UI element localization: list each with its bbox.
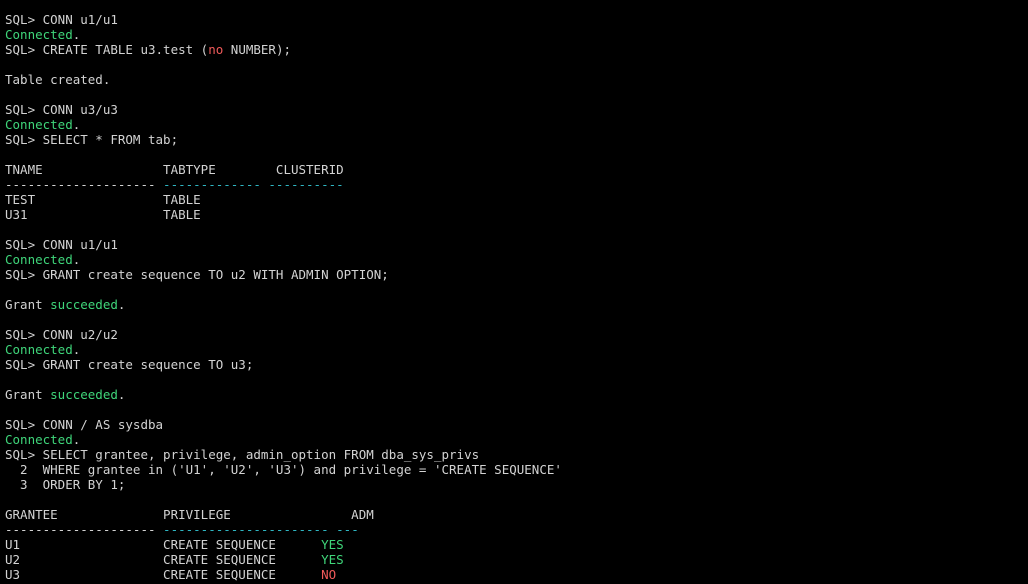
terminal-text-segment: Table created. — [5, 72, 111, 87]
terminal-text-segment: GRANTEE PRIVILEGE ADM — [5, 507, 374, 522]
terminal-line: TEST TABLE — [5, 192, 1023, 207]
terminal-line: U1 CREATE SEQUENCE YES — [5, 537, 1023, 552]
terminal-text-segment: Connected — [5, 342, 73, 357]
terminal-line: SQL> CONN u2/u2 — [5, 327, 1023, 342]
terminal-line: 2 WHERE grantee in ('U1', 'U2', 'U3') an… — [5, 462, 1023, 477]
terminal-line: 3 ORDER BY 1; — [5, 477, 1023, 492]
terminal-line: Grant succeeded. — [5, 297, 1023, 312]
terminal-line: TNAME TABTYPE CLUSTERID — [5, 162, 1023, 177]
terminal-text-segment: SQL> CREATE TABLE u3.test ( — [5, 42, 209, 57]
terminal-text-segment: . — [72, 27, 81, 42]
terminal-text-segment: SQL> CONN u1/u1 — [5, 12, 118, 27]
terminal-text-segment: Connected — [5, 117, 73, 132]
terminal-line: GRANTEE PRIVILEGE ADM — [5, 507, 1023, 522]
terminal-line: SQL> CONN u1/u1 — [5, 12, 1023, 27]
terminal-line: Connected. — [5, 342, 1023, 357]
terminal-text-segment: YES — [321, 552, 344, 567]
terminal-text-segment: 2 WHERE grantee in ('U1', 'U2', 'U3') an… — [5, 462, 562, 477]
terminal-text-segment: Connected — [5, 27, 73, 42]
terminal-text-segment: SQL> CONN / AS sysdba — [5, 417, 164, 432]
terminal-text-segment: U3 CREATE SEQUENCE — [5, 567, 322, 582]
terminal-text-segment: SQL> SELECT * FROM tab; — [5, 132, 179, 147]
terminal-line: SQL> GRANT create sequence TO u3; — [5, 357, 1023, 372]
terminal-line: Grant succeeded. — [5, 387, 1023, 402]
terminal-text-segment: U1 CREATE SEQUENCE — [5, 537, 322, 552]
terminal-text-segment: . — [72, 252, 81, 267]
terminal-line: -------------------- -------------------… — [5, 522, 1023, 537]
terminal-text-segment: ---------------------- --- — [163, 522, 359, 537]
terminal-text-segment: . — [117, 387, 126, 402]
terminal-text-segment: Connected — [5, 252, 73, 267]
terminal-text-segment: SQL> CONN u3/u3 — [5, 102, 118, 117]
terminal-text-segment: 3 ORDER BY 1; — [5, 477, 126, 492]
terminal-line: SQL> SELECT * FROM tab; — [5, 132, 1023, 147]
terminal-text-segment: SQL> GRANT create sequence TO u2 WITH AD… — [5, 267, 389, 282]
terminal-line: SQL> CREATE TABLE u3.test (no NUMBER); — [5, 42, 1023, 57]
terminal-line: U2 CREATE SEQUENCE YES — [5, 552, 1023, 567]
terminal-line: SQL> CONN / AS sysdba — [5, 417, 1023, 432]
terminal-line: SQL> CONN u1/u1 — [5, 237, 1023, 252]
terminal-line: SQL> CONN u3/u3 — [5, 102, 1023, 117]
terminal-line: Connected. — [5, 27, 1023, 42]
terminal-line: U3 CREATE SEQUENCE NO — [5, 567, 1023, 582]
terminal-text-segment: YES — [321, 537, 344, 552]
terminal-line: -------------------- ------------- -----… — [5, 177, 1023, 192]
terminal-line: Table created. — [5, 72, 1023, 87]
terminal-text-segment: Connected — [5, 432, 73, 447]
terminal-text-segment: -------------------- — [5, 177, 164, 192]
terminal-text-segment: SQL> SELECT grantee, privilege, admin_op… — [5, 447, 480, 462]
terminal-text-segment: succeeded — [50, 297, 118, 312]
terminal-text-segment: SQL> CONN u2/u2 — [5, 327, 118, 342]
terminal-line: SQL> GRANT create sequence TO u2 WITH AD… — [5, 267, 1023, 282]
terminal-line: Connected. — [5, 252, 1023, 267]
terminal-text-segment: NUMBER); — [223, 42, 291, 57]
terminal-text-segment: succeeded — [50, 387, 118, 402]
terminal-output[interactable]: SQL> CONN u1/u1 Connected. SQL> CREATE TAB… — [5, 12, 1023, 582]
terminal-text-segment: U2 CREATE SEQUENCE — [5, 552, 322, 567]
terminal-text-segment: Grant — [5, 297, 51, 312]
terminal-text-segment: . — [72, 342, 81, 357]
terminal-line: SQL> SELECT grantee, privilege, admin_op… — [5, 447, 1023, 462]
terminal-text-segment: no — [208, 42, 224, 57]
terminal-text-segment: . — [117, 297, 126, 312]
terminal-text-segment: U31 TABLE — [5, 207, 201, 222]
terminal-text-segment: ------------- ---------- — [163, 177, 344, 192]
terminal-text-segment: SQL> GRANT create sequence TO u3; — [5, 357, 254, 372]
terminal-text-segment: . — [72, 432, 81, 447]
terminal-text-segment: TEST TABLE — [5, 192, 201, 207]
terminal-text-segment: SQL> CONN u1/u1 — [5, 237, 118, 252]
terminal-text-segment: . — [72, 117, 81, 132]
terminal-line: Connected. — [5, 117, 1023, 132]
terminal-line: U31 TABLE — [5, 207, 1023, 222]
terminal-text-segment: -------------------- — [5, 522, 164, 537]
terminal-line: Connected. — [5, 432, 1023, 447]
terminal-text-segment: TNAME TABTYPE CLUSTERID — [5, 162, 344, 177]
terminal-text-segment: NO — [321, 567, 337, 582]
terminal-text-segment: Grant — [5, 387, 51, 402]
